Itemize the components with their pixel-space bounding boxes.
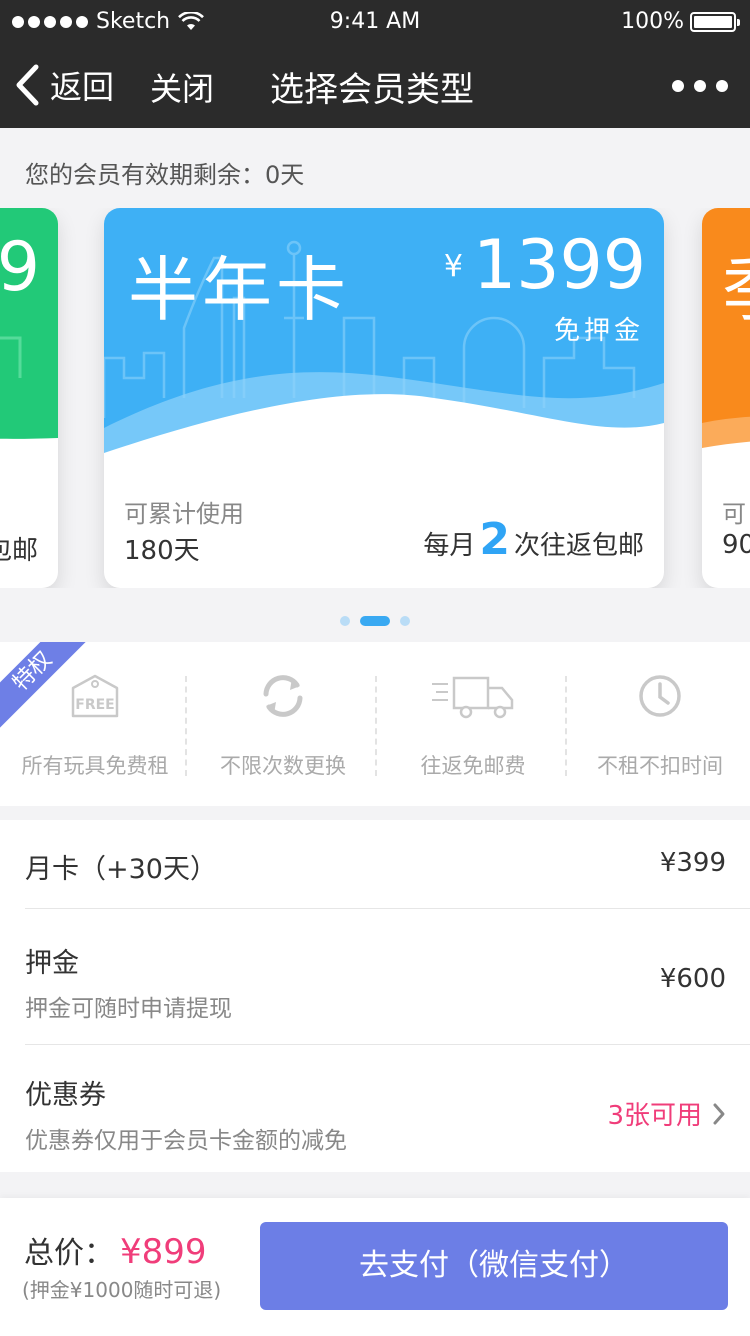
back-label: 返回 [50,68,115,106]
order-details: 月卡（+30天） ¥399 押金 押金可随时申请提现 ¥600 优惠券 优惠券仅… [0,820,750,1172]
chevron-left-icon [16,64,39,106]
divider [375,676,377,776]
order-row-card: 月卡（+30天） ¥399 [25,820,750,909]
currency-symbol: ¥ [443,249,463,284]
order-row-deposit: 押金 押金可随时申请提现 ¥600 [25,909,750,1045]
coupon-available: 3张可用 [607,1101,702,1131]
prev-card-shipping: 包邮 [0,536,38,566]
divider [185,676,187,776]
more-button[interactable] [672,80,728,92]
nav-bar: 返回 关闭 选择会员类型 [0,44,750,128]
privilege-unlimited-swap: 不限次数更换 [188,642,378,806]
order-coupon-title: 优惠券 [25,1080,106,1111]
privilege-label: 往返免邮费 [420,754,526,778]
free-tag-icon: FREE [71,674,119,718]
order-deposit-subtitle: 押金可随时申请提现 [25,996,232,1022]
status-bar: Sketch 9:41 AM 100% [0,0,750,44]
order-deposit-title: 押金 [25,948,79,979]
next-card-days: 90 [722,530,750,560]
order-card-value: ¥399 [659,848,726,878]
membership-card-next[interactable]: 季 可 90 [702,208,750,588]
pay-button[interactable]: 去支付（微信支付） [260,1222,728,1310]
battery-percent: 100% [621,9,684,34]
privilege-label: 不租不扣时间 [597,754,723,778]
pager-dot[interactable] [400,616,410,626]
total-amount: ¥899 [120,1232,207,1272]
privilege-label: 不限次数更换 [220,754,346,778]
chevron-right-icon [713,1103,725,1124]
status-right: 100% [621,9,740,34]
next-card-name: 季 [722,234,750,335]
privilege-free-rent: FREE 所有玩具免费租 [0,642,190,806]
membership-card-half-year[interactable]: 半年卡 ¥ 1399 免押金 可累计使用 180天 每月 2 次往返包邮 [104,208,664,588]
usage-days: 180天 [124,536,200,566]
order-card-title: 月卡（+30天） [25,854,217,885]
privilege-no-time-deduct: 不租不扣时间 [565,642,750,806]
svg-text:FREE: FREE [75,697,114,713]
carousel-pager [0,616,750,626]
card-price: ¥ 1399 [444,232,646,300]
truck-icon [432,676,514,719]
page-title: 选择会员类型 [270,70,474,110]
shipping-count: 2 [479,514,510,565]
card-name: 半年卡 [128,249,350,331]
back-button[interactable]: 返回 [14,62,114,108]
total-price: 总价： ¥899 [24,1228,207,1272]
order-deposit-value: ¥600 [659,964,726,994]
privilege-free-shipping: 往返免邮费 [378,642,568,806]
shipping-info: 每月 2 次往返包邮 [423,518,644,562]
next-card-label: 可 [722,500,746,528]
shipping-prefix: 每月 [423,531,476,561]
card-price-value: 1399 [472,226,646,305]
coupon-select-button[interactable]: 3张可用 [607,1095,726,1132]
checkout-bar: 总价： ¥899 (押金¥1000随时可退) 去支付（微信支付） [0,1198,750,1336]
refresh-icon [263,675,303,717]
deposit-free-label: 免押金 [553,316,644,346]
close-button[interactable]: 关闭 [150,64,214,110]
clock-icon [639,675,681,717]
order-coupon-subtitle: 优惠券仅用于会员卡金额的减免 [25,1128,347,1154]
membership-carousel[interactable]: 9 包邮 半年卡 ¥ [0,208,750,588]
prev-card-price: 9 [0,228,40,307]
usage-label: 可累计使用 [124,500,244,528]
privileges-panel: 特权 FREE 所有玩具免费租 不限次数更换 往返免邮费 不租不扣时间 [0,642,750,806]
order-row-coupon[interactable]: 优惠券 优惠券仅用于会员卡金额的减免 3张可用 [25,1045,750,1172]
membership-card-prev[interactable]: 9 包邮 [0,208,58,588]
shipping-suffix: 次往返包邮 [513,531,644,561]
pager-dot-active[interactable] [360,616,390,626]
deposit-refund-note: (押金¥1000随时可退) [22,1278,222,1302]
membership-remaining: 您的会员有效期剩余：0天 [25,161,305,189]
total-label: 总价： [24,1236,114,1271]
pager-dot[interactable] [340,616,350,626]
battery-icon [690,11,740,32]
privilege-label: 所有玩具免费租 [21,754,169,778]
